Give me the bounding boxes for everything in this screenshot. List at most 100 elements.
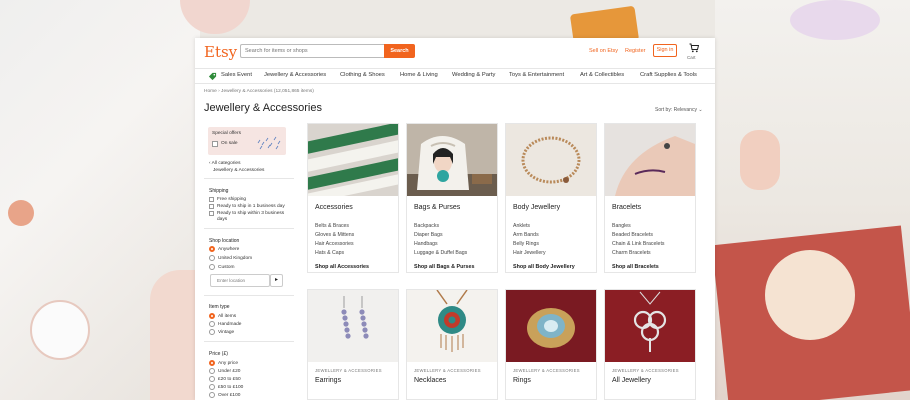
price-over-100-label: Over £100 — [218, 393, 241, 398]
item-type-vintage-radio[interactable] — [209, 329, 215, 335]
listing-image — [506, 290, 596, 362]
nav-jewellery-accessories[interactable]: Jewellery & Accessories — [264, 72, 326, 78]
subcategory-link[interactable]: Bangles — [612, 223, 631, 229]
ship-1-day-checkbox[interactable] — [209, 204, 214, 209]
special-offers-title: Special offers — [212, 131, 241, 136]
shop-all-link[interactable]: Shop all Bracelets — [612, 264, 659, 270]
free-shipping-label: Free shipping — [217, 197, 247, 202]
subcategory-link[interactable]: Belly Rings — [513, 241, 539, 247]
category-title[interactable]: Body Jewellery — [513, 204, 560, 211]
listing-title[interactable]: Earrings — [315, 377, 341, 384]
register-link[interactable]: Register — [625, 48, 645, 54]
listing-image — [308, 290, 398, 362]
price-20-50-label: £20 to £50 — [218, 377, 241, 382]
listing-kicker: JEWELLERY & ACCESSORIES — [315, 368, 382, 373]
listing-image — [605, 290, 695, 362]
listing-card-necklaces[interactable]: JEWELLERY & ACCESSORIES Necklaces — [406, 289, 498, 400]
location-go-button[interactable]: ▸ — [270, 274, 283, 287]
listing-card-all-jewellery[interactable]: JEWELLERY & ACCESSORIES All Jewellery — [604, 289, 696, 400]
subcategory-link[interactable]: Anklets — [513, 223, 530, 229]
category-card-body-jewellery[interactable]: Body Jewellery Anklets Arm Bands Belly R… — [505, 123, 597, 273]
price-50-100-radio[interactable] — [209, 384, 215, 390]
price-any-radio[interactable] — [209, 360, 215, 366]
subcategory-link[interactable]: Charm Bracelets — [612, 250, 651, 256]
tag-icon — [208, 72, 217, 81]
listing-title[interactable]: All Jewellery — [612, 377, 651, 384]
listing-kicker: JEWELLERY & ACCESSORIES — [414, 368, 481, 373]
shop-all-link[interactable]: Shop all Bags & Purses — [414, 264, 475, 270]
category-image — [506, 124, 596, 196]
browser-page: Etsy Search Sell on Etsy Register Sign i… — [195, 38, 715, 400]
subcategory-link[interactable]: Arm Bands — [513, 232, 539, 238]
location-anywhere-radio[interactable] — [209, 246, 215, 252]
shop-location-title: Shop location — [209, 238, 240, 244]
sign-in-button[interactable]: Sign in — [653, 44, 677, 57]
ship-3-days-label: Ready to ship within 3 business — [217, 211, 285, 216]
category-card-accessories[interactable]: Accessories Belts & Braces Gloves & Mitt… — [307, 123, 399, 273]
etsy-logo[interactable]: Etsy — [204, 43, 237, 61]
nav-art-collectibles[interactable]: Art & Collectibles — [580, 72, 624, 78]
subcategory-link[interactable]: Hair Accessories — [315, 241, 354, 247]
subcategory-link[interactable]: Backpacks — [414, 223, 439, 229]
subcategory-link[interactable]: Diaper Bags — [414, 232, 443, 238]
category-title[interactable]: Accessories — [315, 204, 353, 211]
location-uk-label: United Kingdom — [218, 256, 253, 261]
price-over-100-radio[interactable] — [209, 392, 215, 398]
price-under-20-label: Under £20 — [218, 369, 241, 374]
cart-label: Cart — [687, 55, 696, 60]
subcategory-link[interactable]: Gloves & Mittens — [315, 232, 354, 238]
item-type-handmade-label: Handmade — [218, 322, 242, 327]
all-categories-link[interactable]: ‹ All categories — [209, 161, 240, 166]
divider — [204, 295, 294, 296]
subcategory-link[interactable]: Chain & Link Bracelets — [612, 241, 664, 247]
divider — [204, 228, 294, 229]
category-title[interactable]: Bracelets — [612, 204, 641, 211]
category-card-bracelets[interactable]: Bracelets Bangles Beaded Bracelets Chain… — [604, 123, 696, 273]
shop-all-link[interactable]: Shop all Accessories — [315, 264, 369, 270]
item-type-handmade-radio[interactable] — [209, 321, 215, 327]
cart-icon[interactable] — [689, 43, 699, 53]
nav-toys-entertainment[interactable]: Toys & Entertainment — [509, 72, 564, 78]
sort-dropdown[interactable]: Sort by: Relevancy ⌄ — [655, 107, 703, 113]
subcategory-link[interactable]: Belts & Braces — [315, 223, 349, 229]
shop-all-link[interactable]: Shop all Body Jewellery — [513, 264, 575, 270]
search-button[interactable]: Search — [384, 44, 415, 58]
item-type-all-radio[interactable] — [209, 313, 215, 319]
breadcrumb[interactable]: Home › Jewellery & Accessories (12,051,8… — [204, 89, 314, 94]
location-uk-radio[interactable] — [209, 255, 215, 261]
free-shipping-checkbox[interactable] — [209, 197, 214, 202]
listing-card-rings[interactable]: JEWELLERY & ACCESSORIES Rings — [505, 289, 597, 400]
on-sale-checkbox[interactable] — [212, 141, 218, 147]
ship-3-days-checkbox[interactable] — [209, 211, 214, 216]
sell-on-etsy-link[interactable]: Sell on Etsy — [589, 48, 618, 54]
nav-home-living[interactable]: Home & Living — [400, 72, 438, 78]
subcategory-link[interactable]: Luggage & Duffel Bags — [414, 250, 467, 256]
nav-wedding-party[interactable]: Wedding & Party — [452, 72, 495, 78]
subcategory-link[interactable]: Handbags — [414, 241, 438, 247]
price-50-100-label: £50 to £100 — [218, 385, 244, 390]
subcategory-link[interactable]: Hats & Caps — [315, 250, 344, 256]
listing-kicker: JEWELLERY & ACCESSORIES — [513, 368, 580, 373]
location-custom-radio[interactable] — [209, 264, 215, 270]
nav-clothing-shoes[interactable]: Clothing & Shoes — [340, 72, 385, 78]
listing-title[interactable]: Necklaces — [414, 377, 446, 384]
subcategory-link[interactable]: Hair Jewellery — [513, 250, 546, 256]
price-under-20-radio[interactable] — [209, 368, 215, 374]
category-card-bags-purses[interactable]: Bags & Purses Backpacks Diaper Bags Hand… — [406, 123, 498, 273]
location-anywhere-label: Anywhere — [218, 247, 240, 252]
price-20-50-radio[interactable] — [209, 376, 215, 382]
search-input[interactable] — [240, 44, 384, 58]
ship-1-day-label: Ready to ship in 1 business day — [217, 204, 285, 209]
listing-card-earrings[interactable]: JEWELLERY & ACCESSORIES Earrings — [307, 289, 399, 400]
nav-sales-event[interactable]: Sales Event — [221, 72, 252, 78]
nav-craft-supplies[interactable]: Craft Supplies & Tools — [640, 72, 697, 78]
subcategory-link[interactable]: Beaded Bracelets — [612, 232, 653, 238]
location-custom-label: Custom — [218, 265, 235, 270]
location-input[interactable]: Enter location — [210, 274, 270, 287]
listing-title[interactable]: Rings — [513, 377, 531, 384]
all-categories-label: All categories — [211, 161, 241, 166]
item-type-title: Item type — [209, 304, 230, 310]
category-title[interactable]: Bags & Purses — [414, 204, 460, 211]
price-any-label: Any price — [218, 361, 238, 366]
filter-sidebar: Special offers On sale ‹ All categories … — [204, 124, 294, 400]
